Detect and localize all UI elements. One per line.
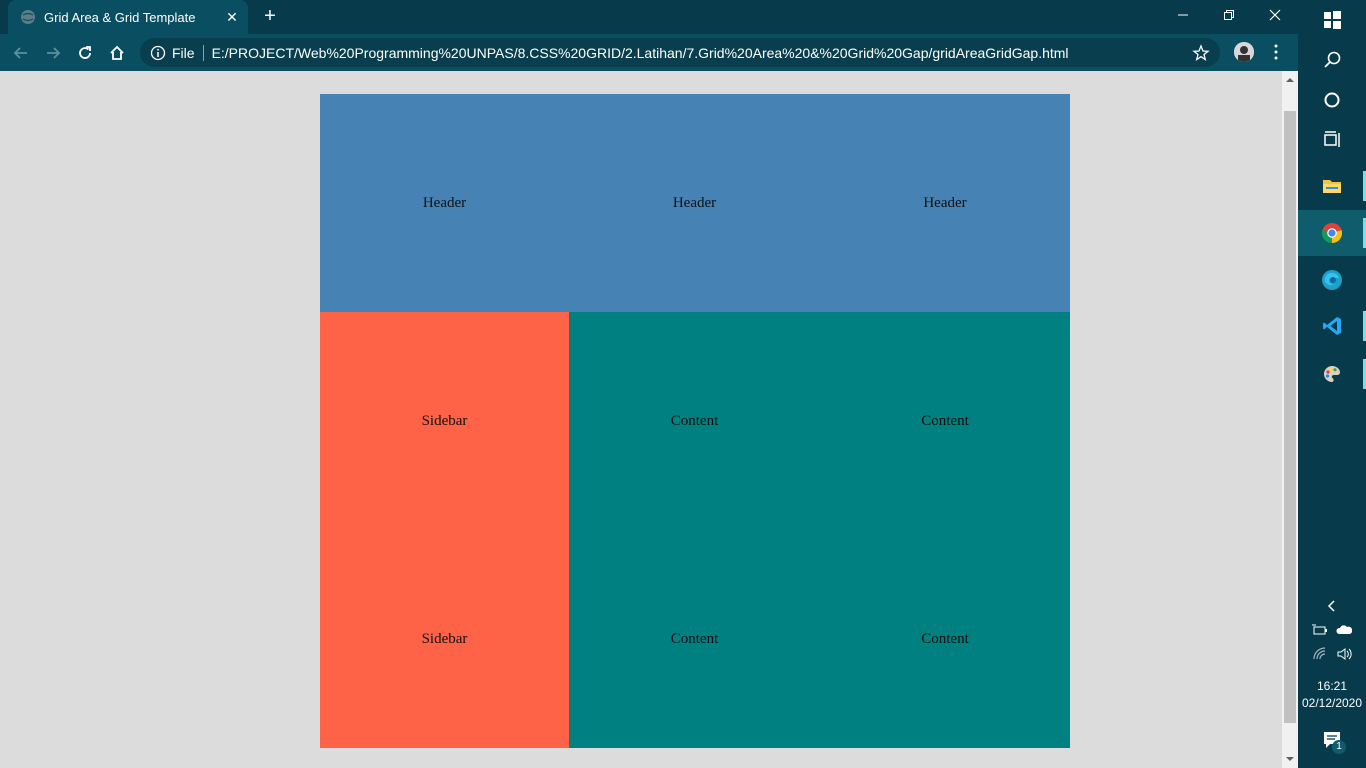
content-cell: Content	[569, 312, 820, 530]
battery-icon[interactable]	[1312, 622, 1328, 638]
page-viewport: Header Header Header Sidebar Content Con…	[0, 71, 1282, 768]
notification-badge: 1	[1332, 740, 1346, 754]
address-separator	[202, 44, 204, 61]
profile-avatar[interactable]	[1234, 42, 1254, 62]
taskbar-paint[interactable]	[1298, 354, 1366, 394]
cortana-button[interactable]	[1298, 80, 1366, 120]
content-cell: Content	[820, 312, 1070, 530]
reload-icon	[79, 46, 91, 59]
search-icon	[1324, 51, 1341, 68]
tab-strip: Grid Area & Grid Template ✕ +	[0, 0, 1298, 34]
tab-title: Grid Area & Grid Template	[44, 9, 196, 25]
restore-button[interactable]	[1206, 0, 1252, 30]
chrome-icon	[1321, 223, 1343, 244]
vertical-scrollbar[interactable]	[1282, 71, 1298, 768]
address-bar[interactable]: File E:/PROJECT/Web%20Programming%20UNPA…	[140, 38, 1220, 67]
browser-menu-button[interactable]	[1266, 42, 1286, 62]
header-cell: Header	[820, 94, 1070, 312]
header-cell: Header	[320, 94, 569, 312]
arrow-right-icon	[47, 47, 61, 59]
tab-active[interactable]: Grid Area & Grid Template ✕	[8, 0, 248, 34]
taskbar-file-explorer[interactable]	[1298, 166, 1366, 206]
back-button[interactable]	[8, 40, 34, 66]
grid-container: Header Header Header Sidebar Content Con…	[320, 94, 1070, 748]
minimize-icon	[1178, 14, 1188, 16]
tray-row-1	[1298, 622, 1366, 638]
tab-close-icon[interactable]: ✕	[224, 9, 240, 25]
volume-icon[interactable]	[1336, 646, 1352, 662]
content-cell: Content	[569, 530, 820, 748]
globe-icon	[21, 10, 35, 24]
taskbar-edge[interactable]	[1298, 260, 1366, 300]
folder-icon	[1323, 180, 1341, 193]
tray-row-2	[1298, 646, 1366, 662]
content-cell: Content	[820, 530, 1070, 748]
onedrive-cloud-icon[interactable]	[1336, 622, 1352, 638]
close-window-button[interactable]	[1252, 0, 1298, 30]
chevron-left-icon[interactable]	[1324, 598, 1340, 614]
action-center-button[interactable]: 1	[1320, 728, 1346, 754]
windows-logo-icon	[1324, 11, 1341, 29]
taskbar-vscode[interactable]	[1298, 306, 1366, 346]
scroll-up-icon[interactable]	[1286, 76, 1294, 84]
sidebar-cell: Sidebar	[320, 312, 569, 530]
new-tab-button[interactable]: +	[258, 6, 282, 28]
url-text[interactable]: E:/PROJECT/Web%20Programming%20UNPAS/8.C…	[212, 45, 1192, 61]
clock-date: 02/12/2020	[1301, 696, 1363, 710]
search-button[interactable]	[1298, 40, 1366, 80]
taskbar-clock[interactable]: 16:21 02/12/2020	[1298, 678, 1366, 712]
tray-overflow[interactable]	[1298, 598, 1366, 614]
header-cell: Header	[569, 94, 820, 312]
minimize-button[interactable]	[1160, 0, 1206, 30]
task-view-icon	[1324, 131, 1340, 147]
edge-icon	[1322, 270, 1342, 290]
wifi-icon[interactable]	[1312, 646, 1328, 662]
home-button[interactable]	[104, 40, 130, 66]
scrollbar-thumb[interactable]	[1284, 111, 1296, 723]
taskbar-chrome[interactable]	[1298, 210, 1366, 256]
more-vert-icon	[1274, 44, 1278, 60]
paint-palette-icon	[1324, 365, 1341, 382]
scheme-label: File	[172, 44, 195, 61]
clock-time: 16:21	[1316, 679, 1348, 693]
sidebar-cell: Sidebar	[320, 530, 569, 748]
forward-button[interactable]	[40, 40, 66, 66]
restore-icon	[1224, 10, 1234, 20]
bookmark-star-icon[interactable]	[1192, 43, 1210, 62]
cortana-circle-icon	[1324, 92, 1340, 108]
vscode-icon	[1323, 317, 1341, 335]
info-icon	[150, 45, 166, 60]
reload-button[interactable]	[72, 40, 98, 66]
start-button[interactable]	[1298, 0, 1366, 40]
arrow-left-icon	[13, 47, 27, 59]
home-icon	[110, 45, 124, 60]
profile-icon	[1234, 42, 1254, 62]
close-icon	[1269, 9, 1281, 21]
browser-window: Grid Area & Grid Template ✕ + File E:/PR…	[0, 0, 1298, 768]
windows-taskbar: 16:21 02/12/2020 1	[1298, 0, 1366, 768]
scroll-down-icon[interactable]	[1286, 755, 1294, 763]
task-view-button[interactable]	[1298, 120, 1366, 160]
browser-toolbar: File E:/PROJECT/Web%20Programming%20UNPA…	[0, 34, 1298, 71]
